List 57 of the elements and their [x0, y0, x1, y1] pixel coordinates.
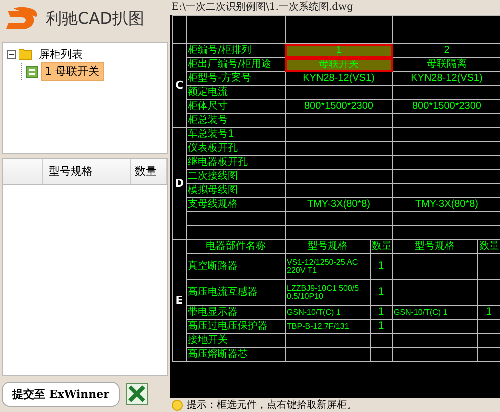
- cell-value: 2: [392, 44, 500, 58]
- section-letter: C: [172, 44, 187, 128]
- cell-value: 1: [286, 44, 392, 58]
- cabinet-icon: [26, 66, 38, 78]
- row-label: 柜总装号: [186, 114, 286, 128]
- cell-value: 800*1500*2300: [286, 100, 392, 114]
- column-header: 数量: [477, 240, 500, 254]
- column-header[interactable]: 数量: [131, 159, 167, 184]
- quantity: 1: [477, 306, 500, 320]
- quantity: 1: [370, 306, 392, 320]
- row-label: 二次接线图: [186, 170, 286, 184]
- column-header: 电器部件名称: [186, 240, 286, 254]
- quantity: 1: [370, 320, 392, 334]
- cell-value: KYN28-12(VS1): [392, 72, 500, 86]
- row-label: 模拟母线图: [186, 184, 286, 198]
- quantity: 1: [370, 280, 392, 306]
- row-label: 仪表板开孔: [186, 142, 286, 156]
- column-header: 数量: [370, 240, 392, 254]
- component-name: 高压熔断器芯: [186, 348, 286, 362]
- folder-icon: [19, 49, 32, 60]
- row-label: 车总装号1: [186, 128, 286, 142]
- row-label: 继电器板开孔: [186, 156, 286, 170]
- column-header: 型号规格: [392, 240, 478, 254]
- quantity: 1: [370, 254, 392, 280]
- lightbulb-icon: [172, 400, 183, 410]
- component-name: 高压过电压保护器: [186, 320, 286, 334]
- section-letter: E: [172, 240, 187, 362]
- tree-item[interactable]: 屏柜列表: [35, 45, 87, 64]
- row-label: 支母线规格: [186, 198, 286, 212]
- row-label: 柜体尺寸: [186, 100, 286, 114]
- logo-icon: [6, 7, 40, 31]
- cell-value: TMY-3X(80*8): [392, 198, 500, 212]
- tree-item[interactable]: 1 母联开关: [41, 62, 104, 81]
- row-label: 额定电流: [186, 86, 286, 100]
- component-spec: LZZBJ9-10C1 500/5 0.5/10P10: [286, 280, 370, 306]
- spreadsheet-icon[interactable]: [126, 383, 148, 405]
- row-label: 柜型号-方案号: [186, 72, 286, 86]
- component-spec: TBP-B-12.7F/131: [286, 320, 370, 334]
- component-name: 接地开关: [186, 334, 286, 348]
- cell-value: 母联隔离: [392, 58, 500, 72]
- cell-value: 800*1500*2300: [392, 100, 500, 114]
- component-name: 真空断路器: [186, 254, 286, 280]
- component-spec: VS1-12/1250-25 AC 220V T1: [286, 254, 370, 280]
- component-spec: GSN-10/T(C) 1: [392, 306, 478, 320]
- cell-value: TMY-3X(80*8): [286, 198, 392, 212]
- component-spec: GSN-10/T(C) 1: [286, 306, 370, 320]
- cell-value: KYN28-12(VS1): [286, 72, 392, 86]
- component-name: 带电显示器: [186, 306, 286, 320]
- collapse-toggle-icon[interactable]: [7, 50, 16, 59]
- column-header: 型号规格: [286, 240, 370, 254]
- status-hint: 提示：框选元件，点右键拾取新屏柜。: [187, 398, 357, 412]
- component-name: 高压电流互感器: [186, 280, 286, 306]
- section-letter: D: [172, 128, 187, 240]
- submit-button[interactable]: 提交至 ExWinner: [2, 382, 120, 406]
- file-path: E:\一次二次识别例图\1.一次系统图.dwg: [171, 0, 354, 15]
- column-header[interactable]: 型号规格: [43, 159, 131, 184]
- app-title: 利驰CAD扒图: [46, 8, 144, 30]
